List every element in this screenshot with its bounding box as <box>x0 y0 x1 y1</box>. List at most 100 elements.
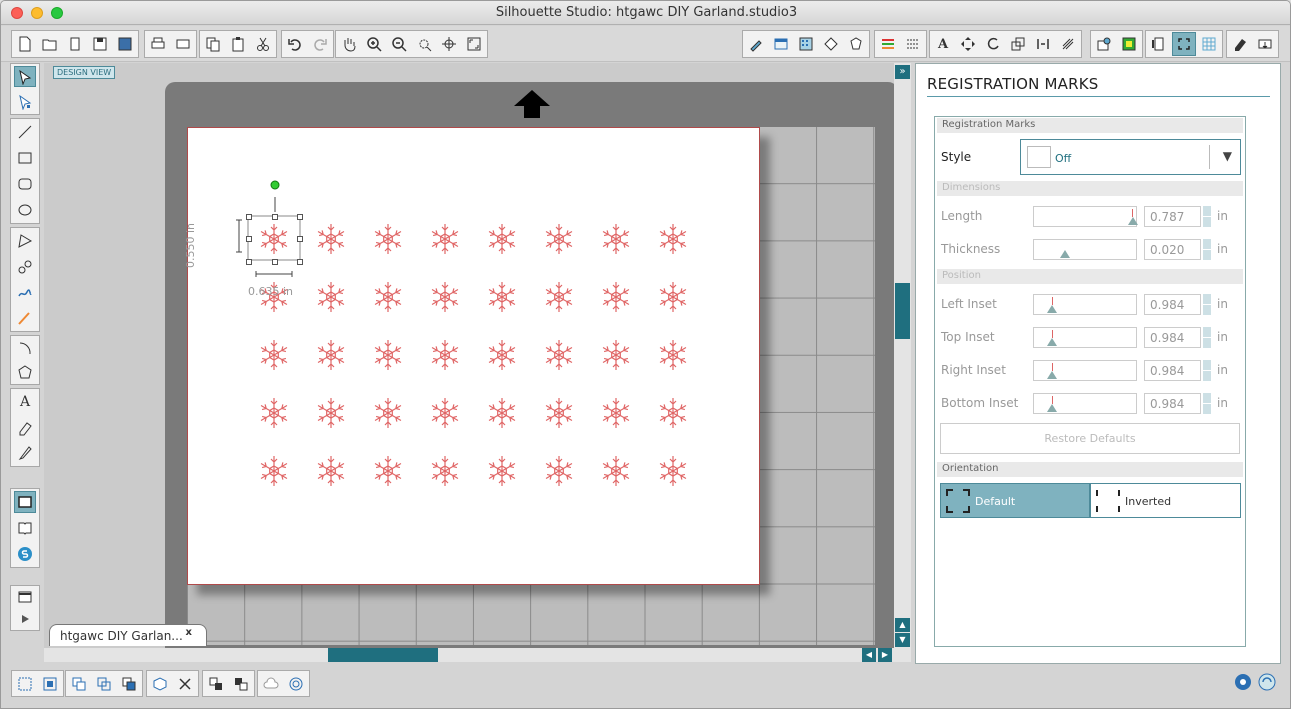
design-canvas[interactable]: DESIGN VIEW 0.550 in 0.635 in <box>44 63 898 662</box>
page-setup-icon[interactable] <box>744 32 768 56</box>
cut-icon[interactable] <box>251 32 275 56</box>
trace-icon[interactable] <box>1117 32 1141 56</box>
resize-handle[interactable] <box>246 214 252 220</box>
slider-thumb[interactable] <box>1047 371 1057 379</box>
snowflake-shape[interactable] <box>483 220 521 258</box>
paste-icon[interactable] <box>226 32 250 56</box>
snowflake-shape[interactable] <box>654 452 692 490</box>
settings-gear-icon[interactable] <box>1233 672 1253 692</box>
length-slider[interactable] <box>1033 206 1138 227</box>
online-store-icon[interactable] <box>14 543 36 565</box>
send-icon[interactable] <box>1253 32 1277 56</box>
replicate-icon[interactable] <box>1056 32 1080 56</box>
knife-tool-icon[interactable] <box>14 442 36 464</box>
snowflake-shape[interactable] <box>369 220 407 258</box>
snowflake-shape[interactable] <box>483 394 521 432</box>
text-tool-icon[interactable]: A <box>14 391 36 413</box>
length-input[interactable]: 0.787 <box>1144 206 1201 227</box>
snowflake-shape[interactable] <box>540 336 578 374</box>
line-style-icon[interactable] <box>901 32 925 56</box>
snowflake-shape[interactable] <box>483 336 521 374</box>
freehand-tool-icon[interactable] <box>14 282 36 304</box>
design-area-icon[interactable] <box>14 491 36 513</box>
transform-icon[interactable] <box>956 32 980 56</box>
snowflake-shape[interactable] <box>597 394 635 432</box>
fill-gradient-icon[interactable] <box>819 32 843 56</box>
resize-handle[interactable] <box>297 214 303 220</box>
delete-x-icon[interactable] <box>173 672 197 696</box>
arc-tool-icon[interactable] <box>14 338 36 358</box>
eraser-tool-icon[interactable] <box>14 417 36 439</box>
release-compound-icon[interactable] <box>92 672 116 696</box>
line-tool-icon[interactable] <box>14 121 36 143</box>
offset-icon[interactable] <box>1092 32 1116 56</box>
resize-handle[interactable] <box>246 236 252 242</box>
left-inset-slider[interactable] <box>1033 294 1137 315</box>
top-inset-slider[interactable] <box>1033 327 1137 348</box>
bring-to-front-icon[interactable] <box>204 672 228 696</box>
snowflake-shape[interactable] <box>369 278 407 316</box>
modify-icon[interactable] <box>148 672 172 696</box>
send-to-back-icon[interactable] <box>229 672 253 696</box>
snowflake-shape[interactable] <box>483 278 521 316</box>
select-arrow-icon[interactable] <box>14 66 36 88</box>
resize-handle[interactable] <box>297 259 303 265</box>
fit-to-window-icon[interactable] <box>462 32 486 56</box>
snowflake-shape[interactable] <box>255 394 293 432</box>
slider-thumb[interactable] <box>1047 404 1057 412</box>
open-library-icon[interactable] <box>63 32 87 56</box>
make-compound-icon[interactable] <box>67 672 91 696</box>
slider-thumb[interactable] <box>1128 217 1138 225</box>
window-icon[interactable] <box>14 588 36 606</box>
slider-thumb[interactable] <box>1047 338 1057 346</box>
cloud-icon[interactable] <box>259 672 283 696</box>
weld-icon[interactable] <box>117 672 141 696</box>
cut-settings-icon[interactable] <box>1147 32 1171 56</box>
snowflake-shape[interactable] <box>369 336 407 374</box>
target-icon[interactable] <box>284 672 308 696</box>
save-icon[interactable] <box>88 32 112 56</box>
ungroup-icon[interactable] <box>13 672 37 696</box>
document-tab[interactable]: htgawc DIY Garlan... x <box>49 624 207 646</box>
fill-color-icon[interactable] <box>769 32 793 56</box>
snowflake-shape[interactable] <box>312 452 350 490</box>
fill-pattern-icon[interactable] <box>794 32 818 56</box>
ellipse-tool-icon[interactable] <box>14 199 36 221</box>
snowflake-shape[interactable] <box>654 220 692 258</box>
regular-polygon-tool-icon[interactable] <box>14 362 36 382</box>
resize-handle[interactable] <box>272 214 278 220</box>
snowflake-shape[interactable] <box>654 394 692 432</box>
snowflake-shape[interactable] <box>426 220 464 258</box>
scroll-up-icon[interactable]: ▲ <box>895 618 910 632</box>
right-inset-slider[interactable] <box>1033 360 1137 381</box>
move-icon[interactable] <box>1031 32 1055 56</box>
open-folder-icon[interactable] <box>38 32 62 56</box>
redo-icon[interactable] <box>308 32 332 56</box>
length-stepper[interactable] <box>1203 206 1211 227</box>
polygon-tool-icon[interactable] <box>14 230 36 252</box>
edit-points-icon[interactable] <box>14 91 36 112</box>
group-icon[interactable] <box>38 672 62 696</box>
snowflake-shape[interactable] <box>540 278 578 316</box>
eraser-icon[interactable] <box>1228 32 1252 56</box>
close-tab-icon[interactable]: x <box>186 627 192 638</box>
sync-icon[interactable] <box>1257 672 1277 692</box>
snowflake-shape[interactable] <box>255 452 293 490</box>
copy-icon[interactable] <box>201 32 225 56</box>
snowflake-shape[interactable] <box>540 394 578 432</box>
snowflake-shape[interactable] <box>597 452 635 490</box>
snowflake-shape[interactable] <box>426 336 464 374</box>
orientation-default-button[interactable]: Default <box>940 483 1090 518</box>
rectangle-tool-icon[interactable] <box>14 147 36 169</box>
slider-thumb[interactable] <box>1060 250 1070 258</box>
orientation-inverted-button[interactable]: Inverted <box>1090 483 1241 518</box>
registration-marks-icon[interactable] <box>1172 32 1196 56</box>
new-file-icon[interactable] <box>13 32 37 56</box>
thickness-slider[interactable] <box>1033 239 1137 260</box>
play-icon[interactable] <box>14 610 36 628</box>
bottom-inset-stepper[interactable] <box>1203 393 1211 414</box>
snowflake-shape[interactable] <box>426 452 464 490</box>
snowflake-shape[interactable] <box>255 336 293 374</box>
horizontal-scroll-thumb[interactable] <box>328 648 438 662</box>
undo-icon[interactable] <box>283 32 307 56</box>
